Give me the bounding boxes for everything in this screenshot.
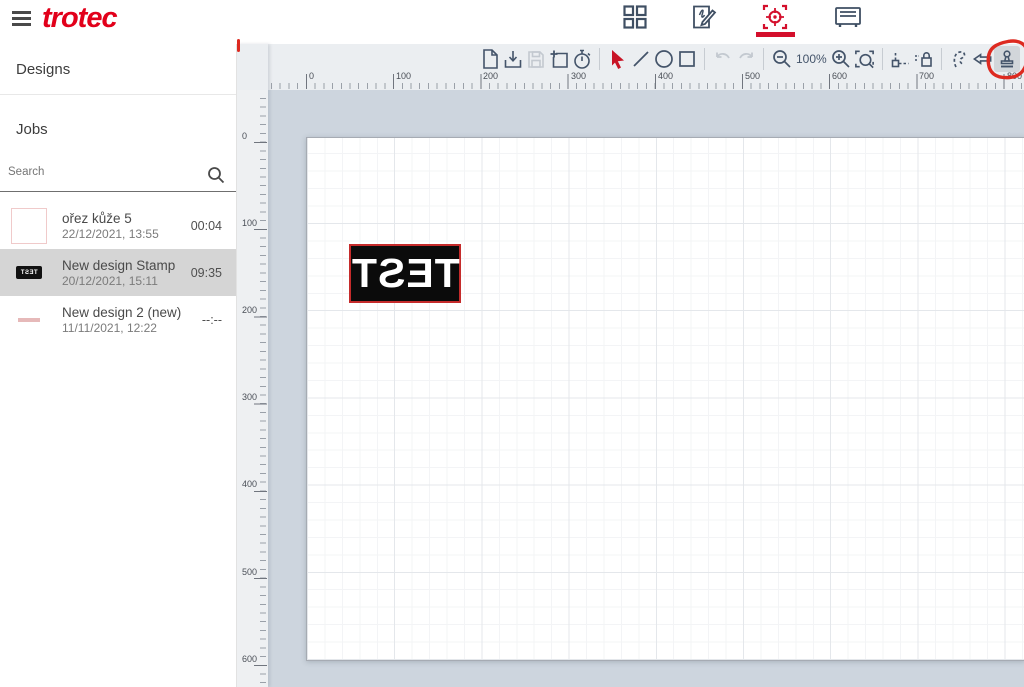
active-tab-underline [756, 32, 795, 37]
job-title: New design Stamp [62, 257, 191, 274]
menu-icon[interactable] [12, 11, 31, 26]
design-edit-icon[interactable] [689, 3, 717, 31]
job-duration: --:-- [202, 313, 226, 327]
job-date: 11/11/2021, 12:22 [62, 321, 202, 336]
trotec-logo: trotec [42, 2, 117, 35]
job-item[interactable]: New design 2 (new) 11/11/2021, 12:22 --:… [0, 296, 236, 343]
stamp-icon[interactable] [994, 46, 1020, 72]
job-item-selected[interactable]: TEST New design Stamp 20/12/2021, 15:11 … [0, 249, 236, 296]
job-search [0, 160, 236, 192]
sidebar-item-designs[interactable]: Designs [0, 44, 236, 95]
jobs-label: Jobs [16, 121, 48, 138]
snap-node-icon[interactable] [889, 46, 912, 72]
undo-icon[interactable] [711, 46, 734, 72]
annotation-stroke [237, 39, 240, 52]
zoom-out-icon[interactable] [770, 46, 793, 72]
job-duration: 00:04 [191, 219, 226, 233]
app-header: trotec [0, 0, 1024, 44]
stamp-text: TEST [351, 253, 460, 294]
search-input[interactable] [8, 166, 198, 178]
new-document-icon[interactable] [478, 46, 501, 72]
sidebar: Designs Jobs ořez kůže 5 22/12/2021, 13:… [0, 44, 237, 687]
job-thumbnail: TEST [10, 254, 48, 292]
stamp-object[interactable]: TEST [349, 244, 461, 303]
job-date: 22/12/2021, 13:55 [62, 227, 191, 242]
trace-outline-icon[interactable] [948, 46, 971, 72]
ellipse-tool-icon[interactable] [652, 46, 675, 72]
import-icon[interactable] [501, 46, 524, 72]
rectangle-tool-icon[interactable] [675, 46, 698, 72]
job-title: ořez kůže 5 [62, 210, 191, 227]
timer-icon[interactable] [570, 46, 593, 72]
designs-label: Designs [16, 61, 70, 78]
search-icon[interactable] [206, 165, 226, 185]
sidebar-item-jobs[interactable]: Jobs [0, 95, 236, 154]
zoom-level-label[interactable]: 100% [796, 52, 827, 66]
vertical-ruler: 0 100 200 300 400 500 600 [240, 90, 268, 687]
zoom-in-icon[interactable] [830, 46, 853, 72]
job-title: New design 2 (new) [62, 304, 202, 321]
add-job-icon[interactable] [547, 46, 570, 72]
job-date: 20/12/2021, 15:11 [62, 274, 191, 289]
snap-lock-icon[interactable] [912, 46, 935, 72]
save-icon[interactable] [524, 46, 547, 72]
line-tool-icon[interactable] [629, 46, 652, 72]
grid-view-icon[interactable] [621, 3, 649, 31]
design-canvas[interactable]: TEST [306, 137, 1024, 661]
zoom-fit-icon[interactable] [853, 46, 876, 72]
machine-view-icon[interactable] [833, 3, 861, 31]
redo-icon[interactable] [734, 46, 757, 72]
workspace: 0 100 200 300 400 500 600 700 800 0 100 … [237, 44, 1024, 687]
job-item[interactable]: ořez kůže 5 22/12/2021, 13:55 00:04 [0, 202, 236, 249]
job-thumbnail [10, 207, 48, 245]
job-thumbnail [10, 301, 48, 339]
horizontal-ruler: 0 100 200 300 400 500 600 700 800 [268, 70, 1024, 90]
marker-icon[interactable] [971, 46, 994, 72]
job-list: ořez kůže 5 22/12/2021, 13:55 00:04 TEST… [0, 202, 236, 343]
job-duration: 09:35 [191, 266, 226, 280]
canvas-toolbar: 100% [478, 45, 1020, 73]
positioning-icon[interactable] [761, 3, 789, 31]
select-cursor-icon[interactable] [606, 46, 629, 72]
